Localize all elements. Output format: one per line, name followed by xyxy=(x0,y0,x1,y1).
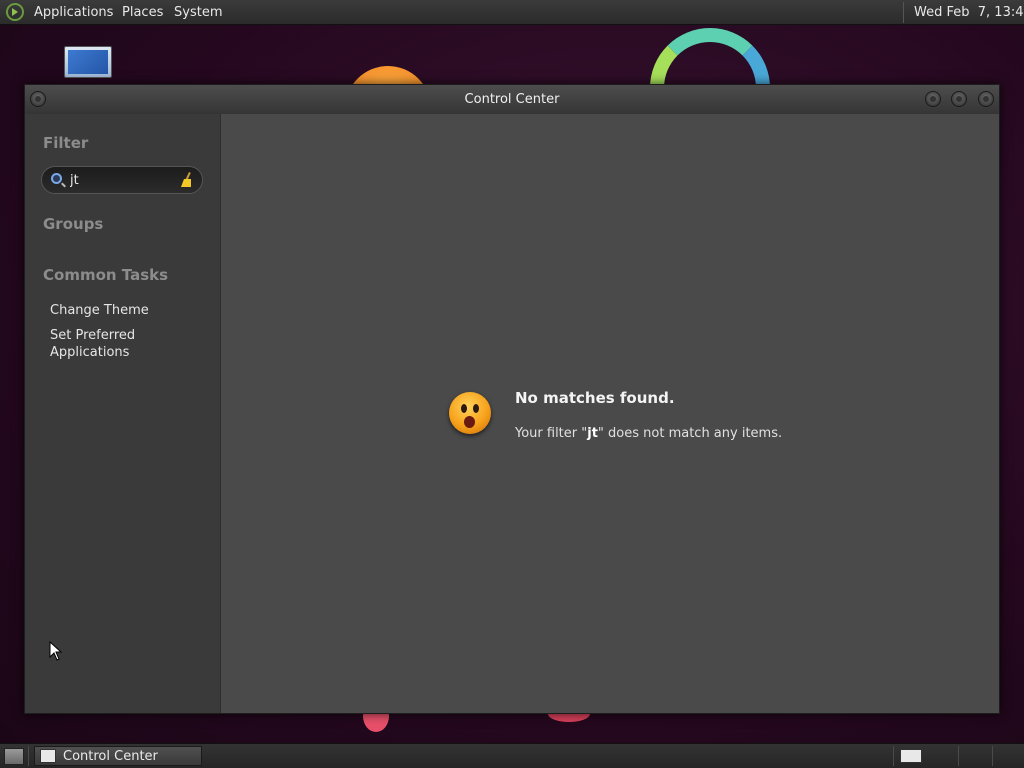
control-center-window: Control Center Filter Groups Common Task… xyxy=(24,84,1000,714)
broom-clear-icon[interactable] xyxy=(180,172,194,188)
panel-separator xyxy=(992,746,993,766)
top-panel: Applications Places System Wed Feb 7, 13… xyxy=(0,0,1024,25)
no-matches-title: No matches found. xyxy=(515,389,675,407)
task-set-preferred-applications[interactable]: Set Preferred Applications xyxy=(50,327,210,361)
workspace-switcher-icon[interactable] xyxy=(900,749,922,763)
no-matches-message: Your filter "jt" does not match any item… xyxy=(515,426,783,441)
search-field[interactable] xyxy=(41,166,203,194)
bottom-panel: Control Center xyxy=(0,743,1024,768)
surprised-face-icon xyxy=(449,392,491,434)
applications-menu[interactable]: Applications xyxy=(34,4,113,21)
filter-heading: Filter xyxy=(43,134,89,152)
search-input[interactable] xyxy=(70,171,170,189)
clock[interactable]: Wed Feb 7, 13:40 xyxy=(914,4,1024,21)
panel-separator xyxy=(893,746,894,766)
panel-separator xyxy=(903,2,904,23)
computer-icon[interactable] xyxy=(62,46,112,86)
main-pane: No matches found. Your filter "jt" does … xyxy=(220,114,999,713)
magnifier-icon xyxy=(51,173,62,184)
places-menu[interactable]: Places xyxy=(122,4,163,21)
maximize-button[interactable] xyxy=(951,91,967,107)
panel-separator xyxy=(28,746,29,766)
panel-separator xyxy=(958,746,959,766)
close-button[interactable] xyxy=(978,91,994,107)
distro-logo-icon[interactable] xyxy=(6,3,24,21)
window-title: Control Center xyxy=(464,92,560,107)
control-center-icon xyxy=(40,749,56,763)
window-titlebar[interactable]: Control Center xyxy=(25,85,999,115)
taskbar-item-label: Control Center xyxy=(63,749,158,764)
task-change-theme[interactable]: Change Theme xyxy=(50,302,210,319)
sidebar: Filter Groups Common Tasks Change Theme … xyxy=(25,114,220,713)
common-tasks-heading: Common Tasks xyxy=(43,266,169,284)
groups-heading: Groups xyxy=(43,215,104,233)
system-menu[interactable]: System xyxy=(174,4,222,21)
show-desktop-button[interactable] xyxy=(4,748,24,765)
minimize-button[interactable] xyxy=(925,91,941,107)
filter-value: jt xyxy=(587,426,598,441)
taskbar-item-control-center[interactable]: Control Center xyxy=(34,746,202,766)
